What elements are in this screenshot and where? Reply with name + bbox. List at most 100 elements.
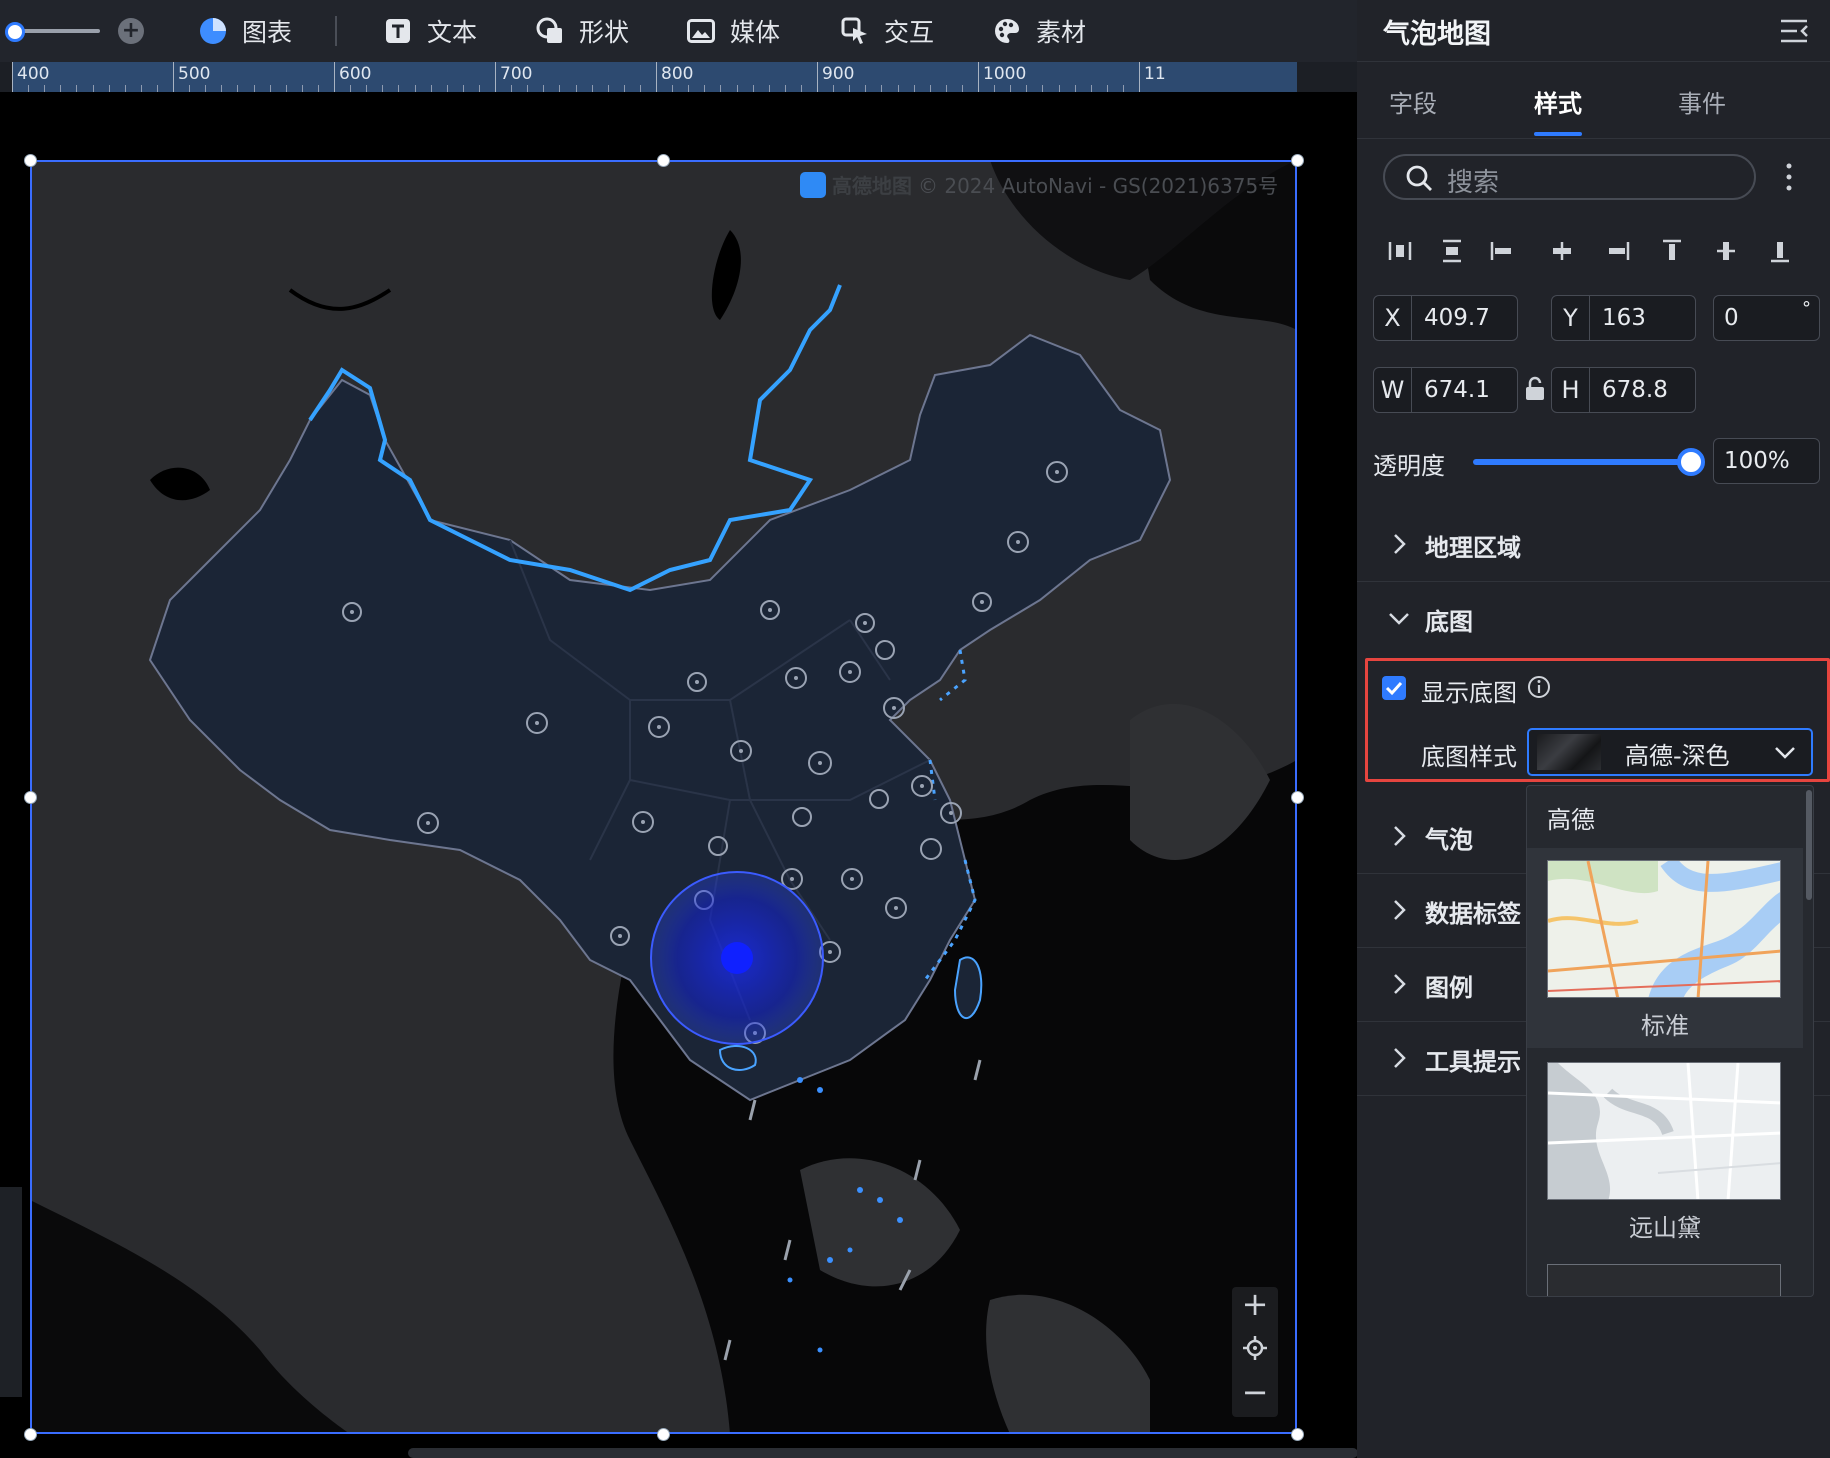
zoom-in-icon[interactable]: + xyxy=(118,18,144,44)
more-options-icon[interactable] xyxy=(1783,160,1795,194)
section-title: 工具提示 xyxy=(1425,1048,1521,1076)
basemap-style-select[interactable]: 高德-深色 xyxy=(1527,728,1813,776)
ruler-minor-tick xyxy=(124,85,126,92)
section-title: 底图 xyxy=(1425,608,1473,636)
map-zoom-out-icon[interactable]: − xyxy=(1232,1370,1278,1414)
align-top-icon[interactable] xyxy=(1657,236,1687,266)
ruler-minor-tick xyxy=(881,85,883,92)
rotation-input[interactable]: 0 xyxy=(1724,296,1739,340)
ruler-minor-tick xyxy=(704,85,706,92)
ruler-minor-tick xyxy=(672,85,674,92)
ruler-minor-tick xyxy=(446,85,448,92)
panel-title: 气泡地图 xyxy=(1383,19,1491,50)
toolbar-text-button[interactable]: 文本 xyxy=(383,12,477,50)
tab-style[interactable]: 样式 xyxy=(1534,84,1582,119)
bubble-map-widget[interactable] xyxy=(30,160,1297,1434)
ruler-minor-tick xyxy=(720,85,722,92)
ruler-minor-tick xyxy=(1122,85,1124,92)
basemap-style-value: 高德-深色 xyxy=(1625,742,1730,770)
toolbar-separator xyxy=(335,16,337,46)
toolbar-shape-button[interactable]: 形状 xyxy=(535,12,629,50)
ruler-label: 11 xyxy=(1144,64,1166,84)
aspect-lock-icon[interactable] xyxy=(1524,376,1546,402)
canvas-horizontal-scrollbar[interactable] xyxy=(408,1448,1358,1458)
rotation-field[interactable]: 0 ° xyxy=(1713,295,1820,341)
toolbar-interaction-button[interactable]: 交互 xyxy=(840,12,934,50)
ruler-minor-tick xyxy=(865,85,867,92)
ruler-minor-tick xyxy=(398,85,400,92)
y-position-field[interactable]: Y 163 xyxy=(1551,295,1696,341)
ruler-minor-tick xyxy=(1058,85,1060,92)
ruler-minor-tick xyxy=(961,85,963,92)
map-zoom-in-icon[interactable]: + xyxy=(1232,1282,1278,1326)
collapse-panel-icon[interactable] xyxy=(1777,14,1811,48)
resize-handle-bl[interactable] xyxy=(24,1428,37,1441)
toolbar-chart-button[interactable]: 图表 xyxy=(198,12,292,50)
x-input[interactable]: 409.7 xyxy=(1424,296,1490,340)
resize-handle-t[interactable] xyxy=(657,154,670,167)
opacity-input[interactable]: 100% xyxy=(1724,439,1790,483)
ruler-major-tick xyxy=(656,62,657,92)
h-input[interactable]: 678.8 xyxy=(1602,368,1668,412)
opacity-slider-knob[interactable] xyxy=(1677,448,1705,476)
resize-handle-tl[interactable] xyxy=(24,154,37,167)
toolbar-assets-button[interactable]: 素材 xyxy=(992,12,1086,50)
resize-handle-tr[interactable] xyxy=(1291,154,1304,167)
horizontal-ruler: 400 500 600 700 800 900 1000 11 xyxy=(0,62,1357,92)
distribute-horizontal-icon[interactable] xyxy=(1385,236,1415,266)
opacity-field[interactable]: 100% xyxy=(1713,438,1820,484)
ruler-minor-tick xyxy=(527,85,529,92)
align-bottom-icon[interactable] xyxy=(1765,236,1795,266)
map-locate-icon[interactable] xyxy=(1232,1326,1278,1370)
search-input[interactable]: 搜索 xyxy=(1447,162,1499,199)
tab-fields[interactable]: 字段 xyxy=(1389,84,1437,119)
search-box[interactable]: 搜索 xyxy=(1383,154,1756,200)
zoom-slider-knob[interactable] xyxy=(5,22,25,42)
resize-handle-br[interactable] xyxy=(1291,1428,1304,1441)
section-title: 数据标签 xyxy=(1425,900,1521,928)
tabs-divider xyxy=(1357,138,1830,139)
width-field[interactable]: W 674.1 xyxy=(1373,367,1518,413)
app-window: + 图表 文本 形状 媒体 交互 素材 400 500 600 700 800 … xyxy=(0,0,1830,1458)
ruler-minor-tick xyxy=(511,85,513,92)
align-middle-vertical-icon[interactable] xyxy=(1711,236,1741,266)
chevron-right-icon xyxy=(1394,974,1406,994)
section-basemap[interactable]: 底图 xyxy=(1357,582,1830,656)
next-option-thumbnail xyxy=(1547,1264,1781,1296)
align-center-horizontal-icon[interactable] xyxy=(1547,236,1577,266)
section-geo-region[interactable]: 地理区域 xyxy=(1357,508,1830,582)
w-label: W xyxy=(1374,368,1412,412)
w-input[interactable]: 674.1 xyxy=(1424,368,1490,412)
ruler-major-tick xyxy=(978,62,979,92)
ruler-major-tick xyxy=(817,62,818,92)
info-icon[interactable] xyxy=(1527,675,1551,699)
x-position-field[interactable]: X 409.7 xyxy=(1373,295,1518,341)
distribute-vertical-icon[interactable] xyxy=(1437,236,1467,266)
basemap-option-yuanshandai[interactable]: 远山黛 xyxy=(1527,1050,1803,1250)
active-tab-indicator xyxy=(1534,132,1582,136)
resize-handle-l[interactable] xyxy=(24,791,37,804)
text-icon xyxy=(383,16,413,46)
dropdown-scrollbar[interactable] xyxy=(1806,790,1812,900)
tab-events[interactable]: 事件 xyxy=(1678,84,1726,119)
ruler-minor-tick xyxy=(736,85,738,92)
ruler-minor-tick xyxy=(543,85,545,92)
basemap-option-next[interactable] xyxy=(1527,1252,1803,1296)
ruler-minor-tick xyxy=(108,85,110,92)
ruler-minor-tick xyxy=(994,85,996,92)
resize-handle-r[interactable] xyxy=(1291,791,1304,804)
height-field[interactable]: H 678.8 xyxy=(1551,367,1696,413)
ruler-minor-tick xyxy=(76,85,78,92)
opacity-slider[interactable] xyxy=(1473,459,1691,465)
zoom-slider[interactable] xyxy=(0,19,100,43)
ruler-minor-tick xyxy=(430,85,432,92)
show-basemap-checkbox[interactable] xyxy=(1382,676,1406,700)
y-input[interactable]: 163 xyxy=(1602,296,1646,340)
basemap-option-standard[interactable]: 标准 xyxy=(1527,848,1803,1048)
resize-handle-b[interactable] xyxy=(657,1428,670,1441)
align-left-icon[interactable] xyxy=(1487,236,1517,266)
toolbar-media-button[interactable]: 媒体 xyxy=(686,12,780,50)
panel-header: 气泡地图 xyxy=(1357,0,1830,62)
standard-thumbnail xyxy=(1547,860,1781,998)
align-right-icon[interactable] xyxy=(1603,236,1633,266)
